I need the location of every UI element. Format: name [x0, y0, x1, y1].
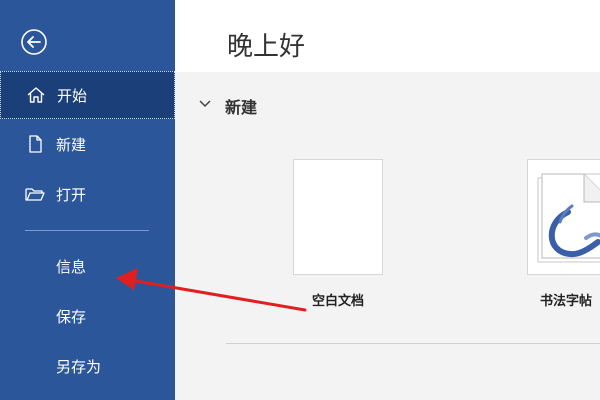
nav-item-label: 开始 [57, 86, 88, 105]
section-collapse-toggle[interactable] [197, 96, 213, 112]
nav-item-open[interactable]: 打开 [0, 170, 175, 218]
greeting-title: 晚上好 [227, 32, 306, 62]
nav-item-label: 新建 [56, 135, 87, 154]
template-calligraphy[interactable] [527, 159, 600, 275]
new-document-icon [24, 133, 46, 155]
template-label[interactable]: 书法字帖 [540, 290, 592, 309]
nav-item-save[interactable]: 保存 [56, 306, 86, 327]
nav-item-save-as[interactable]: 另存为 [56, 356, 101, 377]
home-icon [25, 84, 47, 106]
sidebar-divider [25, 230, 149, 231]
nav-item-info[interactable]: 信息 [56, 256, 86, 277]
chevron-down-icon [199, 100, 211, 108]
section-divider [226, 343, 600, 344]
back-button[interactable] [20, 28, 48, 56]
section-title-new: 新建 [225, 98, 258, 117]
back-arrow-circle-icon [21, 29, 47, 55]
backstage-sidebar: 开始 新建 打开 信息 保存 另存为 [0, 0, 175, 400]
nav-item-new[interactable]: 新建 [0, 120, 175, 168]
open-folder-icon [24, 183, 46, 205]
template-blank-document[interactable] [293, 159, 383, 275]
nav-item-label: 打开 [56, 185, 87, 204]
nav-item-home[interactable]: 开始 [0, 71, 175, 119]
calligraphy-template-thumbnail [537, 173, 600, 263]
template-label[interactable]: 空白文档 [293, 290, 383, 309]
